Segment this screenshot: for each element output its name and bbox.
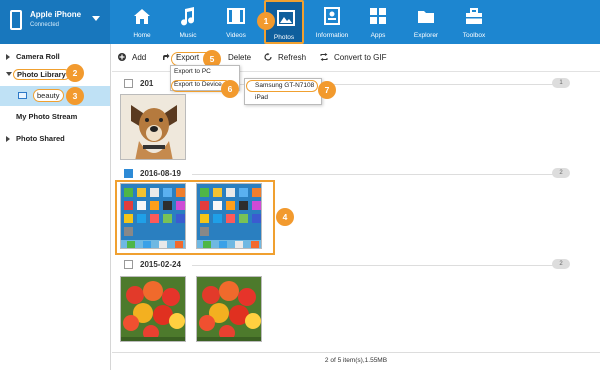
date-group-2: 2016-08-19 2 bbox=[112, 167, 600, 181]
ios-screenshot bbox=[197, 184, 261, 248]
group-checkbox[interactable] bbox=[124, 260, 133, 269]
image-icon bbox=[18, 92, 27, 99]
group-date: 201 bbox=[140, 79, 154, 88]
group-checkbox[interactable] bbox=[124, 169, 133, 178]
nav-toolbox-label: Toolbox bbox=[462, 32, 486, 39]
toolbox-icon bbox=[466, 8, 482, 24]
delete-button[interactable]: Delete bbox=[228, 53, 251, 62]
nav-home-label: Home bbox=[133, 32, 151, 39]
group-count: 2 bbox=[552, 168, 570, 178]
nav-explorer[interactable]: Explorer bbox=[406, 0, 446, 44]
refresh-button[interactable]: Refresh bbox=[278, 53, 306, 62]
convert-gif-icon bbox=[320, 53, 328, 61]
sidebar-item-label: beauty bbox=[33, 89, 64, 102]
ios-screenshot bbox=[121, 184, 185, 248]
flowers-photo bbox=[197, 277, 261, 341]
nav-information-label: Information bbox=[315, 32, 349, 39]
device-selector[interactable]: Apple iPhone Connected bbox=[0, 0, 110, 44]
date-group-3: 2015-02-24 2 bbox=[112, 258, 600, 272]
export-icon bbox=[163, 53, 170, 60]
top-bar: Apple iPhone Connected Home Music Videos… bbox=[0, 0, 600, 44]
sidebar-item-label: Photo Library bbox=[13, 69, 70, 80]
nav-home[interactable]: Home bbox=[122, 0, 162, 44]
callout-badge-6: 6 bbox=[221, 80, 239, 98]
sidebar-item-label: My Photo Stream bbox=[16, 112, 78, 121]
group-date: 2015-02-24 bbox=[140, 260, 181, 269]
callout-badge-7: 7 bbox=[318, 81, 336, 99]
nav-apps[interactable]: Apps bbox=[358, 0, 398, 44]
group-count: 1 bbox=[552, 78, 570, 88]
sidebar-item-label: Camera Roll bbox=[16, 52, 60, 61]
chevron-down-icon bbox=[6, 72, 12, 76]
chevron-down-icon[interactable] bbox=[92, 16, 100, 21]
flowers-photo bbox=[121, 277, 185, 341]
chevron-right-icon bbox=[6, 136, 10, 142]
phone-icon bbox=[10, 10, 22, 30]
convert-gif-button[interactable]: Convert to GIF bbox=[334, 53, 386, 62]
nav-videos-label: Videos bbox=[226, 32, 246, 39]
add-icon bbox=[118, 53, 126, 61]
callout-badge-3: 3 bbox=[66, 87, 84, 105]
group-count: 2 bbox=[552, 259, 570, 269]
device-name: Apple iPhone bbox=[30, 10, 82, 19]
refresh-icon bbox=[264, 53, 272, 61]
nav-photos-label: Photos bbox=[273, 34, 295, 41]
group-checkbox[interactable] bbox=[124, 79, 133, 88]
callout-badge-1: 1 bbox=[257, 12, 275, 30]
photo-thumb-ios-2[interactable] bbox=[196, 183, 262, 249]
nav-apps-label: Apps bbox=[370, 32, 386, 39]
photo-thumb-dog[interactable] bbox=[120, 94, 186, 160]
sidebar-item-camera-roll[interactable]: Camera Roll bbox=[0, 50, 111, 66]
nav-music[interactable]: Music bbox=[168, 0, 208, 44]
photo-thumb-ios-1[interactable] bbox=[120, 183, 186, 249]
contact-icon bbox=[324, 7, 340, 25]
divider bbox=[192, 265, 554, 266]
export-to-pc-item[interactable]: Export to PC bbox=[174, 68, 211, 75]
sidebar-item-photo-shared[interactable]: Photo Shared bbox=[0, 132, 111, 148]
device-status: Connected bbox=[30, 22, 60, 28]
group-date: 2016-08-19 bbox=[140, 169, 181, 178]
film-icon bbox=[227, 8, 245, 24]
folder-icon bbox=[418, 11, 434, 23]
device-ipad-item[interactable]: iPad bbox=[255, 94, 268, 101]
menu-item-label: Export to Device bbox=[174, 81, 222, 88]
callout-badge-2: 2 bbox=[66, 64, 84, 82]
photo-thumb-flowers-2[interactable] bbox=[196, 276, 262, 342]
nav-music-label: Music bbox=[179, 32, 197, 39]
nav-information[interactable]: Information bbox=[312, 0, 352, 44]
sidebar: Camera Roll Photo Library beauty My Phot… bbox=[0, 44, 111, 370]
add-button[interactable]: Add bbox=[132, 53, 146, 62]
sidebar-item-label: Photo Shared bbox=[16, 134, 65, 143]
nav-explorer-label: Explorer bbox=[413, 32, 439, 39]
photo-icon bbox=[277, 10, 295, 26]
chevron-right-icon bbox=[6, 54, 10, 60]
status-bar: 2 of 5 item(s),1.55MB bbox=[112, 352, 600, 370]
sidebar-item-my-photo-stream[interactable]: My Photo Stream bbox=[0, 110, 111, 126]
divider bbox=[192, 174, 554, 175]
home-icon bbox=[134, 9, 150, 24]
sidebar-item-photo-library[interactable]: Photo Library bbox=[0, 68, 111, 84]
callout-badge-4: 4 bbox=[276, 208, 294, 226]
music-icon bbox=[181, 7, 195, 26]
nav-videos[interactable]: Videos bbox=[216, 0, 256, 44]
apps-icon bbox=[370, 8, 386, 24]
sidebar-item-beauty[interactable]: beauty bbox=[0, 86, 110, 106]
device-submenu: Samsung GT-N7108 iPad bbox=[244, 78, 322, 105]
nav-toolbox[interactable]: Toolbox bbox=[454, 0, 494, 44]
dog-photo bbox=[121, 95, 185, 159]
photo-thumb-flowers-1[interactable] bbox=[120, 276, 186, 342]
device-samsung-item[interactable]: Samsung GT-N7108 bbox=[255, 82, 314, 89]
